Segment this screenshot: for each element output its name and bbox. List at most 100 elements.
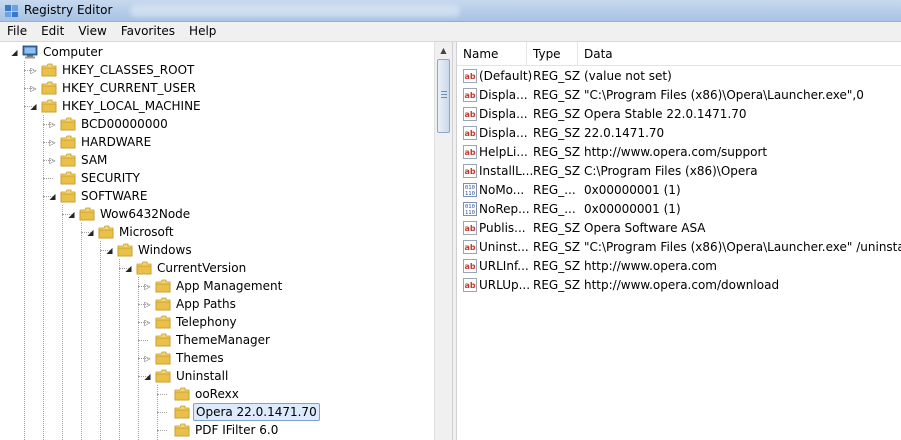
tree-node[interactable]: ▷ HARDWARE [48,133,153,151]
key-tree-pane: ◢ Computer ▷ HKEY_CLASSES_ROOT ▷ HKEY_CURRENT… [0,42,452,440]
tree-node[interactable]: ▷ HKEY_CURRENT_USER [29,79,198,97]
folder-icon [155,279,171,293]
value-data: (value not set) [584,69,672,83]
tree-scrollbar[interactable]: ▲ [434,42,452,440]
svg-text:110: 110 [465,191,475,197]
tree-node[interactable]: ▷ Themes [143,349,226,367]
value-row[interactable]: ab URLUp... REG_SZ http://www.opera.com/dow… [457,276,901,295]
tree-node[interactable]: ◢ Uninstall [143,367,230,385]
tree-node-label: App Management [176,279,283,293]
window-title: Registry Editor [24,3,113,17]
tree-node[interactable]: ▷ App Paths [143,295,238,313]
collapse-arrow-icon[interactable]: ◢ [10,43,19,61]
menu-help[interactable]: Help [182,22,223,42]
tree-connector [43,142,53,143]
tree-guide-line [43,115,44,440]
tree-node[interactable]: ◢ CurrentVersion [124,259,248,277]
value-row[interactable]: ab (Default) REG_SZ (value not set) [457,67,901,86]
string-value-icon: ab [463,278,477,292]
value-name: NoMo... [479,183,525,197]
svg-text:ab: ab [465,72,476,81]
value-row[interactable]: ab Publis... REG_SZ Opera Software ASA [457,219,901,238]
column-header-name[interactable]: Name [457,42,527,66]
value-name: Displa... [479,88,528,102]
menu-view[interactable]: View [71,22,113,42]
value-name: InstallL... [479,164,534,178]
value-name: NoRep... [479,202,530,216]
scroll-up-icon[interactable]: ▲ [435,42,452,59]
value-row[interactable]: ab Displa... REG_SZ Opera Stable 22.0.1471.… [457,105,901,124]
tree-node-label: HKEY_LOCAL_MACHINE [62,99,201,113]
value-name: (Default) [479,69,533,83]
tree-connector [43,178,53,179]
folder-icon [60,135,76,149]
tree-node[interactable]: ▷ HKEY_CLASSES_ROOT [29,61,196,79]
tree-node[interactable]: ▷ SAM [48,151,109,169]
value-type: REG_SZ [533,88,581,102]
tree-node[interactable]: Opera 22.0.1471.70 [162,403,320,421]
scroll-thumb[interactable] [437,59,450,133]
value-type: REG_SZ [533,164,581,178]
value-row[interactable]: ab Uninst... REG_SZ "C:\Program Files (x86)… [457,238,901,257]
list-header: Name Type Data [457,42,901,66]
value-row[interactable]: ab Displa... REG_SZ 22.0.1471.70 [457,124,901,143]
tree-guide-line [100,241,101,440]
folder-icon [41,81,57,95]
tree-node[interactable]: ◢ Windows [105,241,194,259]
tree-node[interactable]: ◢ SOFTWARE [48,187,149,205]
tree-node[interactable]: PDF IFilter 6.0 [162,421,280,439]
string-value-icon: ab [463,126,477,140]
column-header-type[interactable]: Type [527,42,578,66]
value-row[interactable]: 010 110 NoMo... REG_... 0x00000001 (1) [457,181,901,200]
tree-node[interactable]: ooRexx [162,385,241,403]
tree-node[interactable]: ▷ App Management [143,277,284,295]
folder-icon [155,315,171,329]
value-row[interactable]: ab InstallL... REG_SZ C:\Program Files (x86… [457,162,901,181]
svg-text:ab: ab [465,262,476,271]
menu-file[interactable]: File [0,22,34,42]
tree-connector [138,286,148,287]
tree-connector [157,412,167,413]
tree-connector [157,394,167,395]
column-header-data[interactable]: Data [578,42,901,66]
value-row[interactable]: 010 110 NoRep... REG_... 0x00000001 (1) [457,200,901,219]
values-list-pane: Name Type Data ab (Default) REG_SZ (value n… [457,42,901,440]
tree-connector [157,430,167,431]
string-value-icon: ab [463,88,477,102]
value-data: http://www.opera.com/support [584,145,768,159]
tree-node[interactable]: ◢ Microsoft [86,223,176,241]
value-row[interactable]: ab Displa... REG_SZ "C:\Program Files (x86)… [457,86,901,105]
tree-node-label: CurrentVersion [157,261,247,275]
folder-icon [117,243,133,257]
tree-node[interactable]: ◢ HKEY_LOCAL_MACHINE [29,97,203,115]
tree-node[interactable]: ◢ Wow6432Node [67,205,192,223]
value-type: REG_SZ [533,278,581,292]
tree-node-label: HARDWARE [81,135,152,149]
tree-node[interactable]: ▷ Telephony [143,313,239,331]
tree-node-label: App Paths [176,297,236,311]
svg-text:110: 110 [465,210,475,216]
folder-icon [98,225,114,239]
tree-node[interactable]: ▷ BCD00000000 [48,115,170,133]
tree-node-label: PDF IFilter 6.0 [195,423,279,437]
value-row[interactable]: ab URLInf... REG_SZ http://www.opera.com [457,257,901,276]
svg-text:ab: ab [465,110,476,119]
dword-value-icon: 010110 [463,183,477,197]
tree-node-label: SOFTWARE [81,189,148,203]
folder-icon [60,171,76,185]
menu-edit[interactable]: Edit [34,22,71,42]
tree-node-label: Computer [43,45,103,59]
tree-node-label: ThemeManager [176,333,270,347]
tree-node[interactable]: ◢ Computer [10,43,105,61]
value-type: REG_SZ [533,240,581,254]
grip-line [441,94,447,95]
tree-connector [62,214,72,215]
menu-favorites[interactable]: Favorites [114,22,182,42]
value-type: REG_SZ [533,145,581,159]
tree-node[interactable]: SECURITY [48,169,142,187]
value-type: REG_SZ [533,221,581,235]
value-data: 0x00000001 (1) [584,202,681,216]
tree-node-label: Uninstall [176,369,229,383]
tree-node[interactable]: ThemeManager [143,331,272,349]
value-row[interactable]: ab HelpLi... REG_SZ http://www.opera.com/su… [457,143,901,162]
